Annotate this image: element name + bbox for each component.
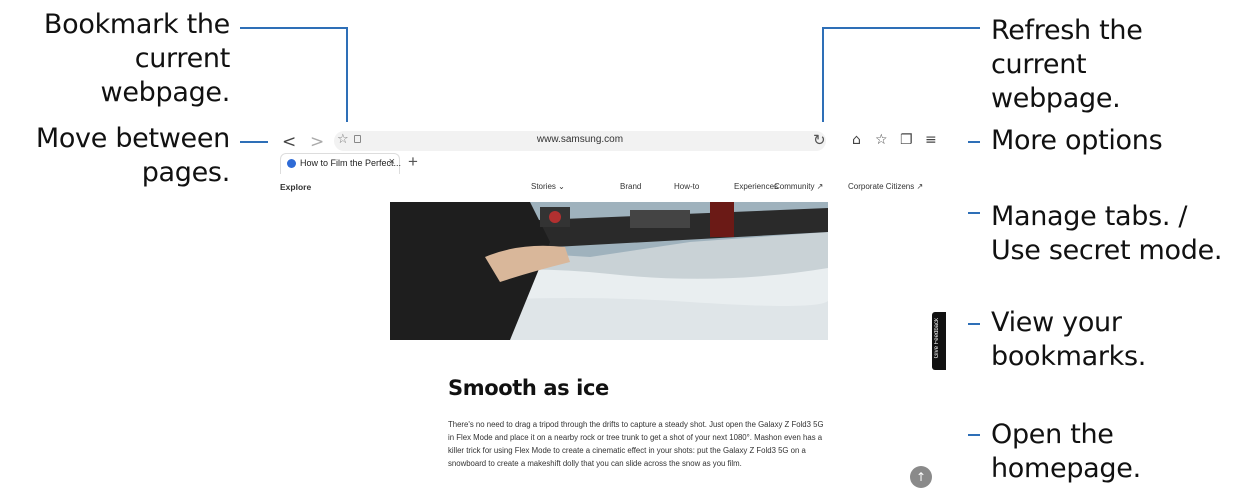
callout-move-pages: Move between pages. <box>6 122 230 190</box>
leader-bookmark-h <box>240 27 348 29</box>
callout-view-bookmarks-line1: View your <box>991 307 1122 338</box>
callout-bookmark: Bookmark the current webpage. <box>6 8 230 110</box>
refresh-icon[interactable]: ↻ <box>813 131 826 149</box>
callout-view-bookmarks: View your bookmarks. <box>991 306 1146 374</box>
callout-home-line2: homepage. <box>991 453 1141 484</box>
callout-view-bookmarks-line2: bookmarks. <box>991 341 1147 372</box>
tab-active[interactable]: How to Film the Perfect... × <box>280 153 402 174</box>
site-nav: Explore Stories ⌄ Brand How-to Experienc… <box>268 180 968 196</box>
feedback-label: Give Feedback <box>934 318 940 359</box>
nav-item-corporate[interactable]: Corporate Citizens ↗ <box>848 182 923 191</box>
leader-bookmark-v <box>346 27 348 131</box>
browser-window: < > ☆ www.samsung.com ↻ ⌂ ☆ ❐ ≡ How to F… <box>268 122 968 500</box>
menu-icon[interactable]: ≡ <box>925 132 937 148</box>
feedback-tab[interactable]: Give Feedback <box>932 312 946 370</box>
article-paragraph: There's no need to drag a tripod through… <box>448 420 824 468</box>
callout-more-options: More options <box>991 125 1163 156</box>
site-explore-logo[interactable]: Explore <box>280 182 311 192</box>
callout-refresh-line2: webpage. <box>991 83 1121 114</box>
callout-tabs-line2: Use secret mode. <box>991 235 1223 266</box>
callout-home: Open the homepage. <box>991 418 1141 486</box>
favicon-icon <box>287 159 296 168</box>
callout-bookmark-line2: current webpage. <box>100 43 231 108</box>
close-icon[interactable]: × <box>389 156 395 168</box>
tab-title: How to Film the Perfect... <box>300 158 402 168</box>
toolbar: < > ☆ www.samsung.com ↻ ⌂ ☆ ❐ ≡ <box>268 128 968 154</box>
callout-bookmark-line1: Bookmark the <box>43 9 230 40</box>
callout-tabs-line1: Manage tabs. / <box>991 201 1188 232</box>
snowboard-photo <box>390 202 828 340</box>
nav-item-experiences[interactable]: Experiences <box>734 182 778 191</box>
callout-refresh: Refresh the current webpage. <box>991 14 1240 116</box>
arrow-up-icon[interactable]: ↑ <box>910 466 932 488</box>
hero-image <box>390 202 828 340</box>
callout-move-line2: pages. <box>141 157 231 188</box>
home-icon[interactable]: ⌂ <box>852 132 861 148</box>
leader-refresh-h <box>822 27 980 29</box>
nav-item-brand[interactable]: Brand <box>620 182 641 191</box>
nav-item-community[interactable]: Community ↗ <box>774 182 823 191</box>
bookmarks-icon[interactable]: ☆ <box>875 132 888 148</box>
back-button[interactable]: < <box>282 132 296 152</box>
address-bar[interactable]: ☆ www.samsung.com <box>334 131 826 151</box>
callout-home-line1: Open the <box>991 419 1114 450</box>
callout-tabs: Manage tabs. / Use secret mode. <box>991 200 1222 268</box>
tabs-icon[interactable]: ❐ <box>900 132 913 148</box>
url-text: www.samsung.com <box>536 134 624 145</box>
nav-item-howto[interactable]: How-to <box>674 182 699 191</box>
article-heading: Smooth as ice <box>448 376 609 400</box>
callout-refresh-line1: Refresh the current <box>991 15 1143 80</box>
nav-item-stories[interactable]: Stories ⌄ <box>531 182 565 191</box>
new-tab-button[interactable]: + <box>408 152 418 172</box>
leader-refresh-v <box>822 27 824 131</box>
forward-button[interactable]: > <box>310 132 324 152</box>
tab-strip: How to Film the Perfect... × + <box>268 152 968 174</box>
callout-move-line1: Move between <box>35 123 230 154</box>
